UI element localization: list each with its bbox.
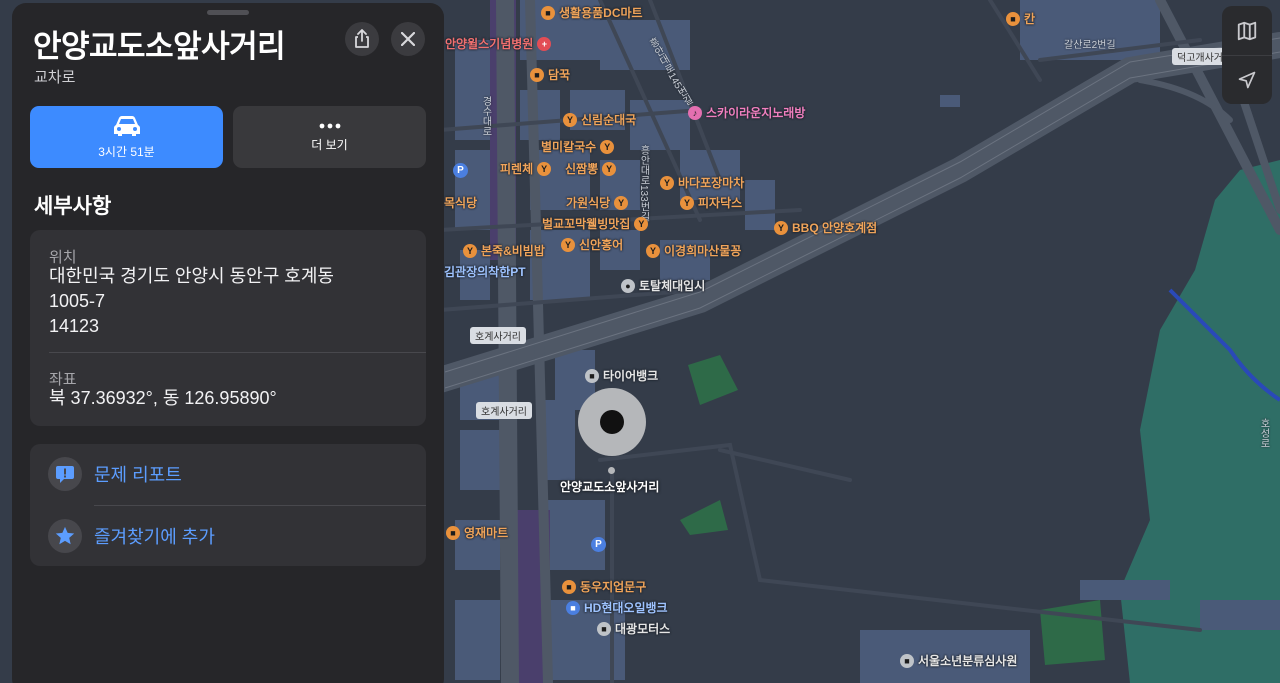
poi-sinan-hongeo[interactable]: Y 신안홍어: [561, 236, 623, 253]
poi-kim-pt[interactable]: 김관장의착한PT: [444, 263, 526, 280]
details-heading: 세부사항: [34, 195, 112, 218]
cup-icon: Y: [660, 175, 674, 190]
car-icon: [113, 115, 140, 136]
more-label: 더 보기: [311, 137, 348, 152]
directions-button[interactable]: 3시간 51분: [30, 106, 223, 168]
poi-bbq-hogye[interactable]: Y BBQ 안양호계점: [774, 219, 877, 236]
place-title: 안양교도소앞사거리: [33, 29, 286, 64]
address-line1[interactable]: 대한민국 경기도 안양시 동안구 호계동: [49, 264, 334, 289]
poi-pizza-dax[interactable]: Y 피자닥스: [680, 194, 742, 211]
actions-card: 문제 리포트 즐겨찾기에 추가: [30, 444, 426, 566]
cart-icon: ■: [446, 525, 460, 540]
poi-total-sports[interactable]: ● 토탈체대입시: [621, 277, 705, 294]
directions-label: 3시간 51분: [98, 144, 155, 159]
poi-dongwoo-stationery[interactable]: ■ 동우지업문구: [562, 578, 646, 595]
fork-knife-icon: Y: [646, 243, 660, 258]
fork-knife-icon: Y: [561, 237, 575, 252]
place-subtitle: 교차로: [34, 69, 76, 86]
building-icon: ■: [900, 653, 914, 668]
road-label-hoseong: 호성로: [1258, 418, 1269, 448]
fork-knife-icon: Y: [537, 161, 552, 176]
pin-anchor-dot: [608, 467, 615, 474]
fork-knife-icon: Y: [563, 112, 577, 127]
poi-gawon-restaurant[interactable]: 가원식당 Y: [566, 194, 629, 211]
star-icon: [48, 519, 82, 553]
poi-sky-lounge-karaoke[interactable]: ♪ 스카이라운지노래방: [688, 104, 805, 121]
fork-knife-icon: Y: [774, 220, 788, 235]
poi-daily-goods-mart[interactable]: ■ 생활용품DC마트: [541, 4, 643, 21]
poi-wills-hospital[interactable]: 안양윌스기념병원 +: [445, 35, 552, 52]
report-issue-label: 문제 리포트: [94, 465, 182, 485]
bag-icon: ■: [1006, 11, 1020, 26]
road-label-heungan-133: 흥안대로133번길: [638, 145, 649, 222]
school-icon: ●: [621, 278, 635, 293]
fork-knife-icon: Y: [634, 216, 649, 231]
poi-damkkuk[interactable]: ■ 담꾹: [530, 66, 570, 83]
address-line2[interactable]: 1005-7: [49, 289, 105, 314]
panel-grabber[interactable]: [207, 10, 249, 15]
coordinates-value[interactable]: 북 37.36932°, 동 126.95890°: [49, 386, 277, 411]
bag-icon: ■: [562, 579, 576, 594]
place-detail-panel: 안양교도소앞사거리 교차로 3시간 51분 더 보기 세부사항 위치 대한민국 …: [12, 3, 444, 683]
poi-byeolmi-kalguksu[interactable]: 별미칼국수 Y: [541, 138, 615, 155]
ellipsis-icon: [319, 123, 340, 128]
poi-igyeonghui[interactable]: Y 이경희마산물꽁: [646, 242, 741, 259]
parking-icon[interactable]: P: [591, 537, 606, 552]
fork-knife-icon: Y: [602, 161, 617, 176]
poi-youngjae-mart[interactable]: ■ 영재마트: [446, 524, 508, 541]
car-icon: ■: [585, 368, 599, 383]
cart-icon: ■: [530, 67, 544, 82]
poi-mok-restaurant[interactable]: 목식당: [444, 194, 477, 211]
road-label-galsan: 갈산로2번길: [1064, 40, 1116, 51]
divider: [49, 352, 426, 353]
fork-knife-icon: Y: [463, 243, 477, 258]
poi-bada-pocha[interactable]: Y 바다포장마차: [660, 174, 744, 191]
fork-knife-icon: Y: [680, 195, 694, 210]
details-card: 위치 대한민국 경기도 안양시 동안구 호계동 1005-7 14123 좌표 …: [30, 230, 426, 426]
share-icon: [355, 29, 369, 48]
car-icon: ■: [597, 621, 611, 636]
poi-sillim-sundae[interactable]: Y 신림순대국: [563, 111, 636, 128]
fork-knife-icon: Y: [600, 139, 615, 154]
poi-seoul-juvenile[interactable]: ■ 서울소년분류심사원: [900, 652, 1017, 669]
close-button[interactable]: [391, 22, 425, 56]
selected-location-pin[interactable]: [578, 388, 646, 456]
poi-firenze[interactable]: 피렌체 Y: [500, 160, 552, 177]
road-label-gyeongsu: 경수대로: [480, 96, 491, 136]
poi-daegwang-motors[interactable]: ■ 대광모터스: [597, 620, 670, 637]
hospital-icon: +: [537, 36, 552, 51]
map-icon: [1237, 21, 1257, 40]
close-icon: [401, 32, 415, 46]
location-arrow-icon: [1238, 71, 1256, 89]
more-button[interactable]: 더 보기: [233, 106, 426, 168]
map-controls: [1222, 6, 1272, 104]
road-shield-hogye-2: 호계사거리: [476, 402, 532, 419]
mic-icon: ♪: [688, 105, 702, 120]
postal-code[interactable]: 14123: [49, 314, 99, 339]
report-issue-button[interactable]: 문제 리포트: [30, 444, 426, 504]
fork-knife-icon: Y: [614, 195, 629, 210]
poi-hd-oilbank[interactable]: ■ HD현대오일뱅크: [566, 599, 668, 616]
fuel-icon: ■: [566, 600, 580, 615]
road-label-deokgogae: 덕고개사거: [1172, 48, 1228, 65]
poi-sin-jjambbong[interactable]: 신짬뽕 Y: [565, 160, 617, 177]
share-button[interactable]: [345, 22, 379, 56]
poi-bonjuk-bibimbap[interactable]: Y 본죽&비빔밥: [463, 242, 545, 259]
current-location-button[interactable]: [1222, 55, 1272, 104]
poi-tire-bank[interactable]: ■ 타이어뱅크: [585, 367, 658, 384]
poi-beolgyo-kkomak[interactable]: 벌교꼬막웰빙맛집 Y: [542, 215, 649, 232]
poi-kan[interactable]: ■ 칸: [1006, 10, 1035, 27]
map-mode-button[interactable]: [1222, 6, 1272, 55]
road-shield-hogye-1: 호계사거리: [470, 327, 526, 344]
parking-icon[interactable]: P: [453, 163, 468, 178]
bag-icon: ■: [541, 5, 555, 20]
add-favorite-button[interactable]: 즐겨찾기에 추가: [30, 506, 426, 566]
add-favorite-label: 즐겨찾기에 추가: [94, 527, 215, 547]
report-icon: [48, 457, 82, 491]
pin-label: 안양교도소앞사거리: [560, 480, 660, 494]
